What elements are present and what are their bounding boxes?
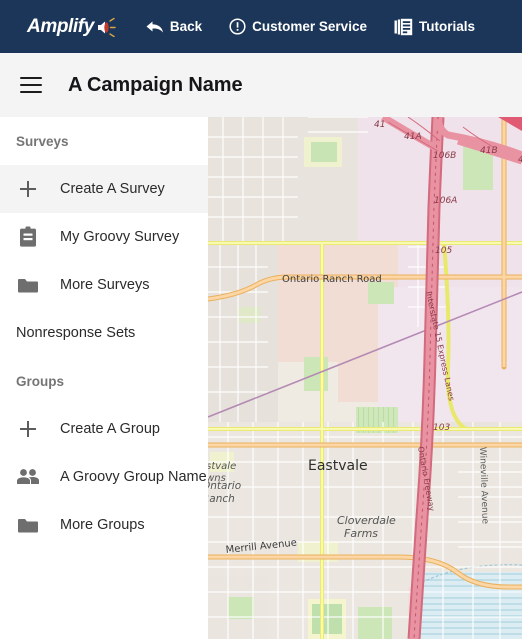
campaign-title-bar: A Campaign Name: [0, 53, 522, 117]
map-place-label: Ranch: [208, 493, 235, 505]
sidebar-item-label: More Groups: [60, 517, 145, 533]
folder-icon: [16, 513, 40, 537]
library-books-icon: [394, 18, 413, 36]
map-place-label: Eastvale: [308, 458, 368, 474]
clipboard-icon: [16, 225, 40, 249]
map-place-label: owns: [208, 473, 226, 484]
amplify-logo[interactable]: Amplify: [27, 15, 118, 39]
top-nav-links: Back Customer Service Tutorials: [145, 14, 502, 40]
sidebar-item-label: Create A Group: [60, 421, 160, 437]
map-road-label: Ontario Ranch Road: [282, 274, 382, 285]
tutorials-label: Tutorials: [418, 19, 475, 34]
map-place-label: Farms: [344, 527, 378, 540]
hamburger-line: [20, 84, 42, 86]
sidebar-item-more-groups[interactable]: More Groups: [0, 501, 208, 549]
customer-service-button[interactable]: Customer Service: [229, 14, 367, 39]
sidebar-item-label: More Surveys: [60, 277, 150, 293]
sidebar-item-label: My Groovy Survey: [60, 229, 180, 245]
sidebar-item-a-groovy-group-name[interactable]: A Groovy Group Name: [0, 453, 208, 501]
map-exit-label: 106A: [434, 196, 457, 206]
sidebar-item-more-surveys[interactable]: More Surveys: [0, 261, 208, 309]
sidebar-item-my-groovy-survey[interactable]: My Groovy Survey: [0, 213, 208, 261]
hamburger-menu-icon[interactable]: [20, 70, 50, 100]
exclamation-circle-icon: [229, 18, 246, 35]
plus-icon: [16, 177, 40, 201]
app-root: Amplify Back Customer Service Tutorials …: [0, 0, 522, 639]
back-arrow-icon: [145, 19, 164, 35]
top-navigation-bar: Amplify Back Customer Service Tutorials: [0, 0, 522, 53]
plus-icon: [16, 417, 40, 441]
sidebar-item-nonresponse-sets[interactable]: Nonresponse Sets: [0, 309, 208, 357]
map-svg: 41 41A 106B 41B 106A 105 103 4 Interstat…: [208, 117, 522, 639]
map-exit-label: 105: [435, 246, 452, 256]
back-button[interactable]: Back: [145, 15, 202, 39]
map-exit-label: 106B: [433, 151, 456, 161]
sidebar-item-create-a-group[interactable]: Create A Group: [0, 405, 208, 453]
page-title: A Campaign Name: [68, 73, 243, 96]
folder-icon: [16, 273, 40, 297]
sidebar-section-groups: Groups: [16, 373, 65, 389]
map-canvas[interactable]: 41 41A 106B 41B 106A 105 103 4 Interstat…: [208, 117, 522, 639]
sidebar-item-label: Create A Survey: [60, 181, 165, 197]
brand-name: Amplify: [27, 16, 94, 37]
sidebar-section-surveys: Surveys: [16, 133, 69, 149]
hamburger-line: [20, 91, 42, 93]
back-button-label: Back: [169, 19, 203, 34]
map-exit-label: 103: [433, 423, 450, 433]
megaphone-icon: [96, 17, 118, 37]
map-place-label: Cloverdale: [337, 514, 396, 527]
sidebar-item-label: A Groovy Group Name: [60, 469, 207, 485]
map-exit-label: 41A: [404, 132, 422, 142]
map-exit-label: 41B: [480, 146, 498, 156]
tutorials-button[interactable]: Tutorials: [394, 14, 475, 40]
sidebar-item-create-a-survey[interactable]: Create A Survey: [0, 165, 208, 213]
sidebar-navigation: Surveys Create A Survey My Groovy Survey: [0, 117, 208, 639]
map-exit-label: 4: [518, 155, 522, 165]
people-icon: [16, 465, 40, 489]
hamburger-line: [20, 77, 42, 79]
map-exit-label: 41: [374, 120, 385, 130]
map-place-label: astvale: [208, 461, 236, 472]
customer-service-label: Customer Service: [252, 19, 367, 34]
